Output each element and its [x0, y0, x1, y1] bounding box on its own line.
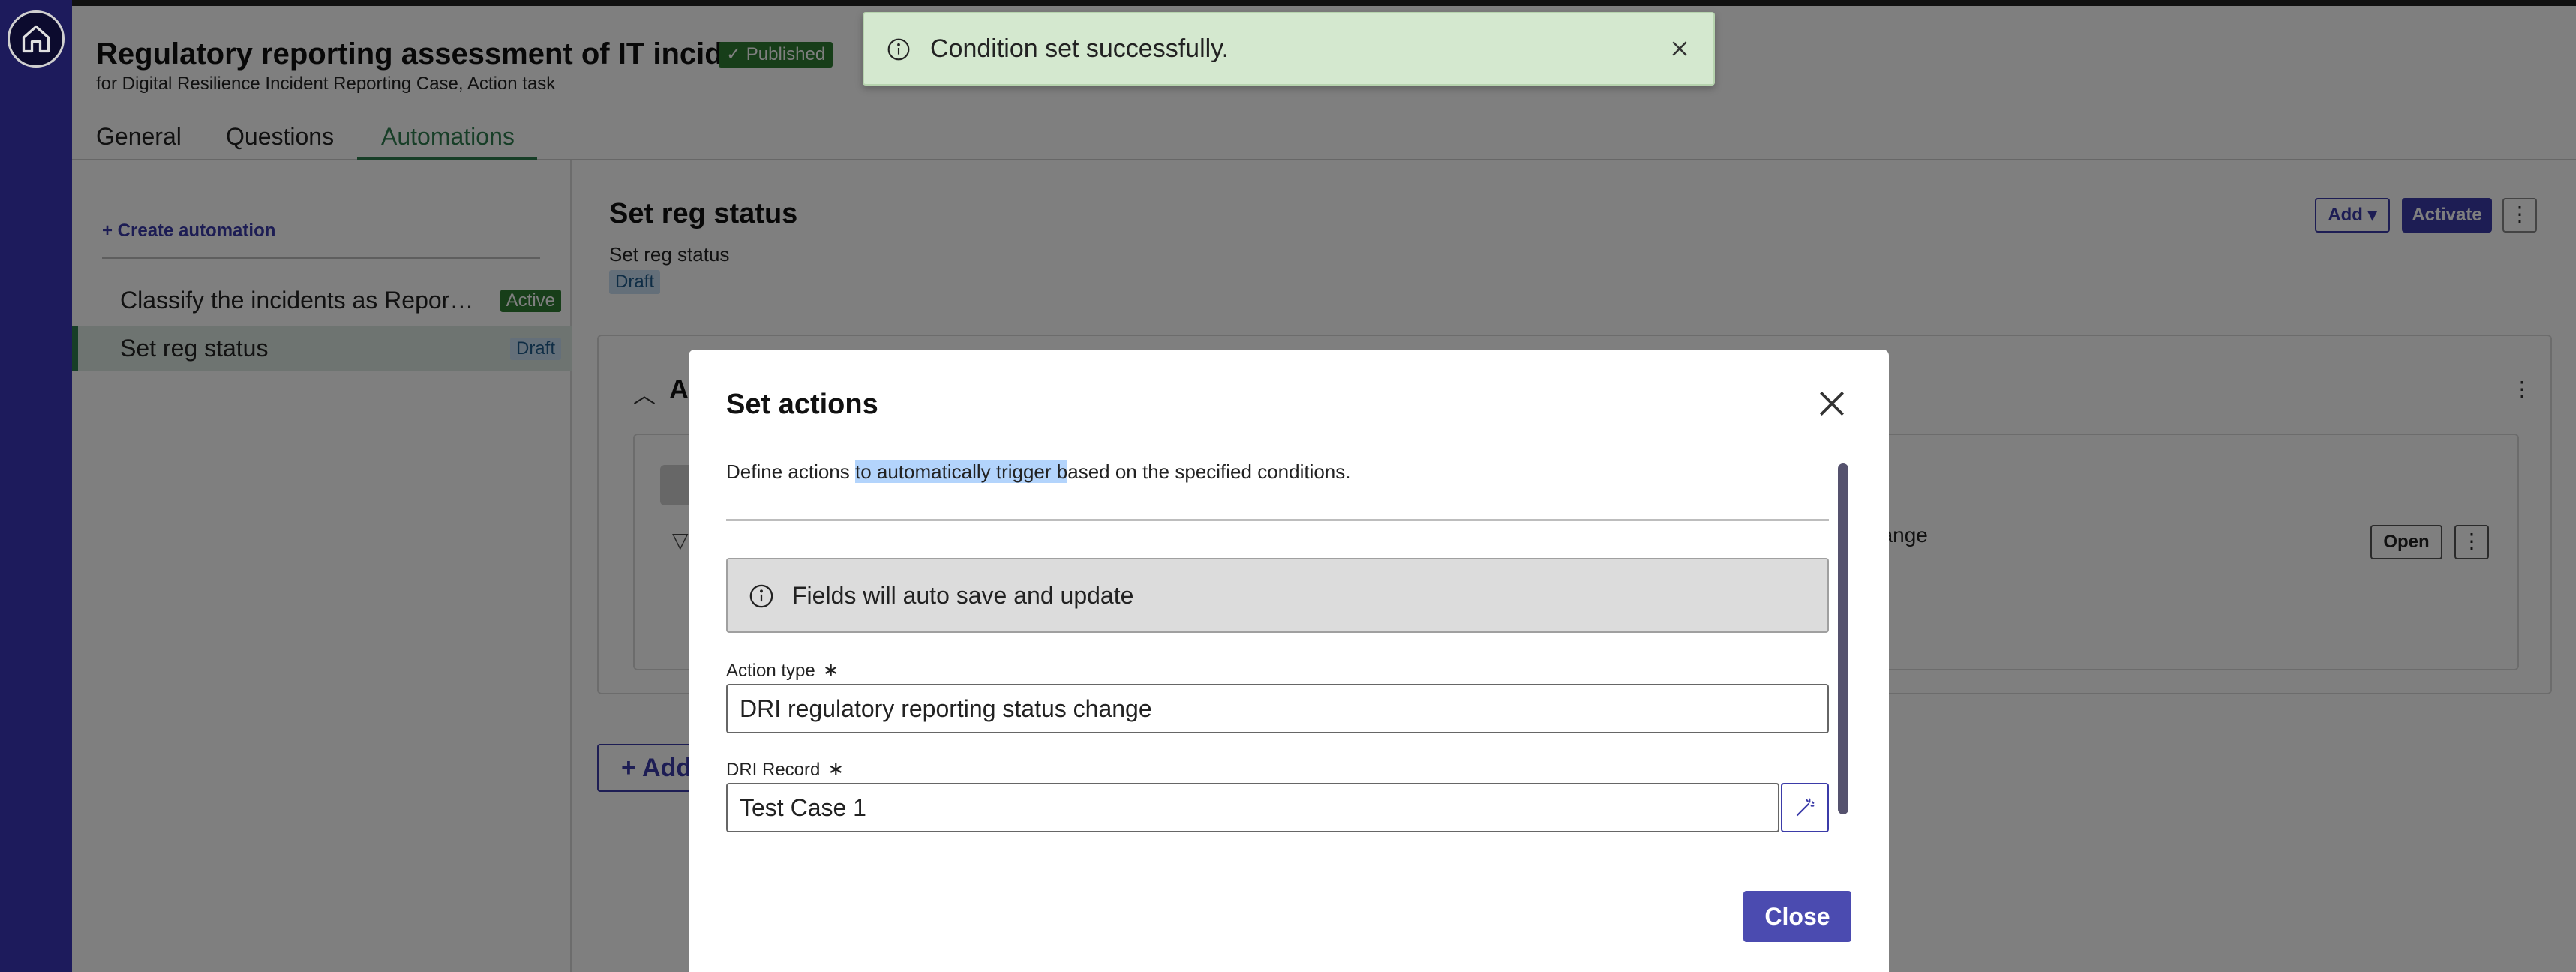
autosave-info-banner: Fields will auto save and update: [726, 558, 1829, 633]
set-actions-dialog: Set actions Define actions to automatica…: [689, 350, 1889, 972]
action-type-field[interactable]: DRI regulatory reporting status change: [726, 684, 1829, 734]
text-selection: to automatically trigger b: [854, 460, 1068, 483]
close-icon[interactable]: [1668, 38, 1691, 60]
success-toast: Condition set successfully.: [863, 12, 1715, 86]
dialog-title: Set actions: [726, 388, 878, 420]
dialog-scrollbar[interactable]: [1838, 464, 1848, 814]
wand-icon: [1796, 798, 1815, 817]
top-stripe: [0, 0, 2576, 6]
close-icon[interactable]: [1815, 387, 1848, 420]
dialog-description: Define actions to automatically trigger …: [726, 460, 1351, 483]
divider: [726, 519, 1829, 521]
left-rail: [0, 0, 72, 972]
action-type-label: Action type ∗: [726, 658, 839, 681]
record-picker-button[interactable]: [1781, 783, 1829, 832]
dri-record-field[interactable]: Test Case 1: [726, 783, 1779, 832]
close-button[interactable]: Close: [1743, 891, 1851, 942]
info-icon: [749, 584, 773, 608]
dri-record-label: DRI Record ∗: [726, 758, 845, 780]
home-icon: [22, 25, 50, 53]
required-mark: ∗: [827, 758, 845, 780]
toast-message: Condition set successfully.: [930, 34, 1229, 63]
home-button[interactable]: [8, 10, 65, 68]
required-mark: ∗: [822, 658, 839, 681]
info-message: Fields will auto save and update: [792, 582, 1134, 609]
info-icon: [887, 38, 910, 61]
